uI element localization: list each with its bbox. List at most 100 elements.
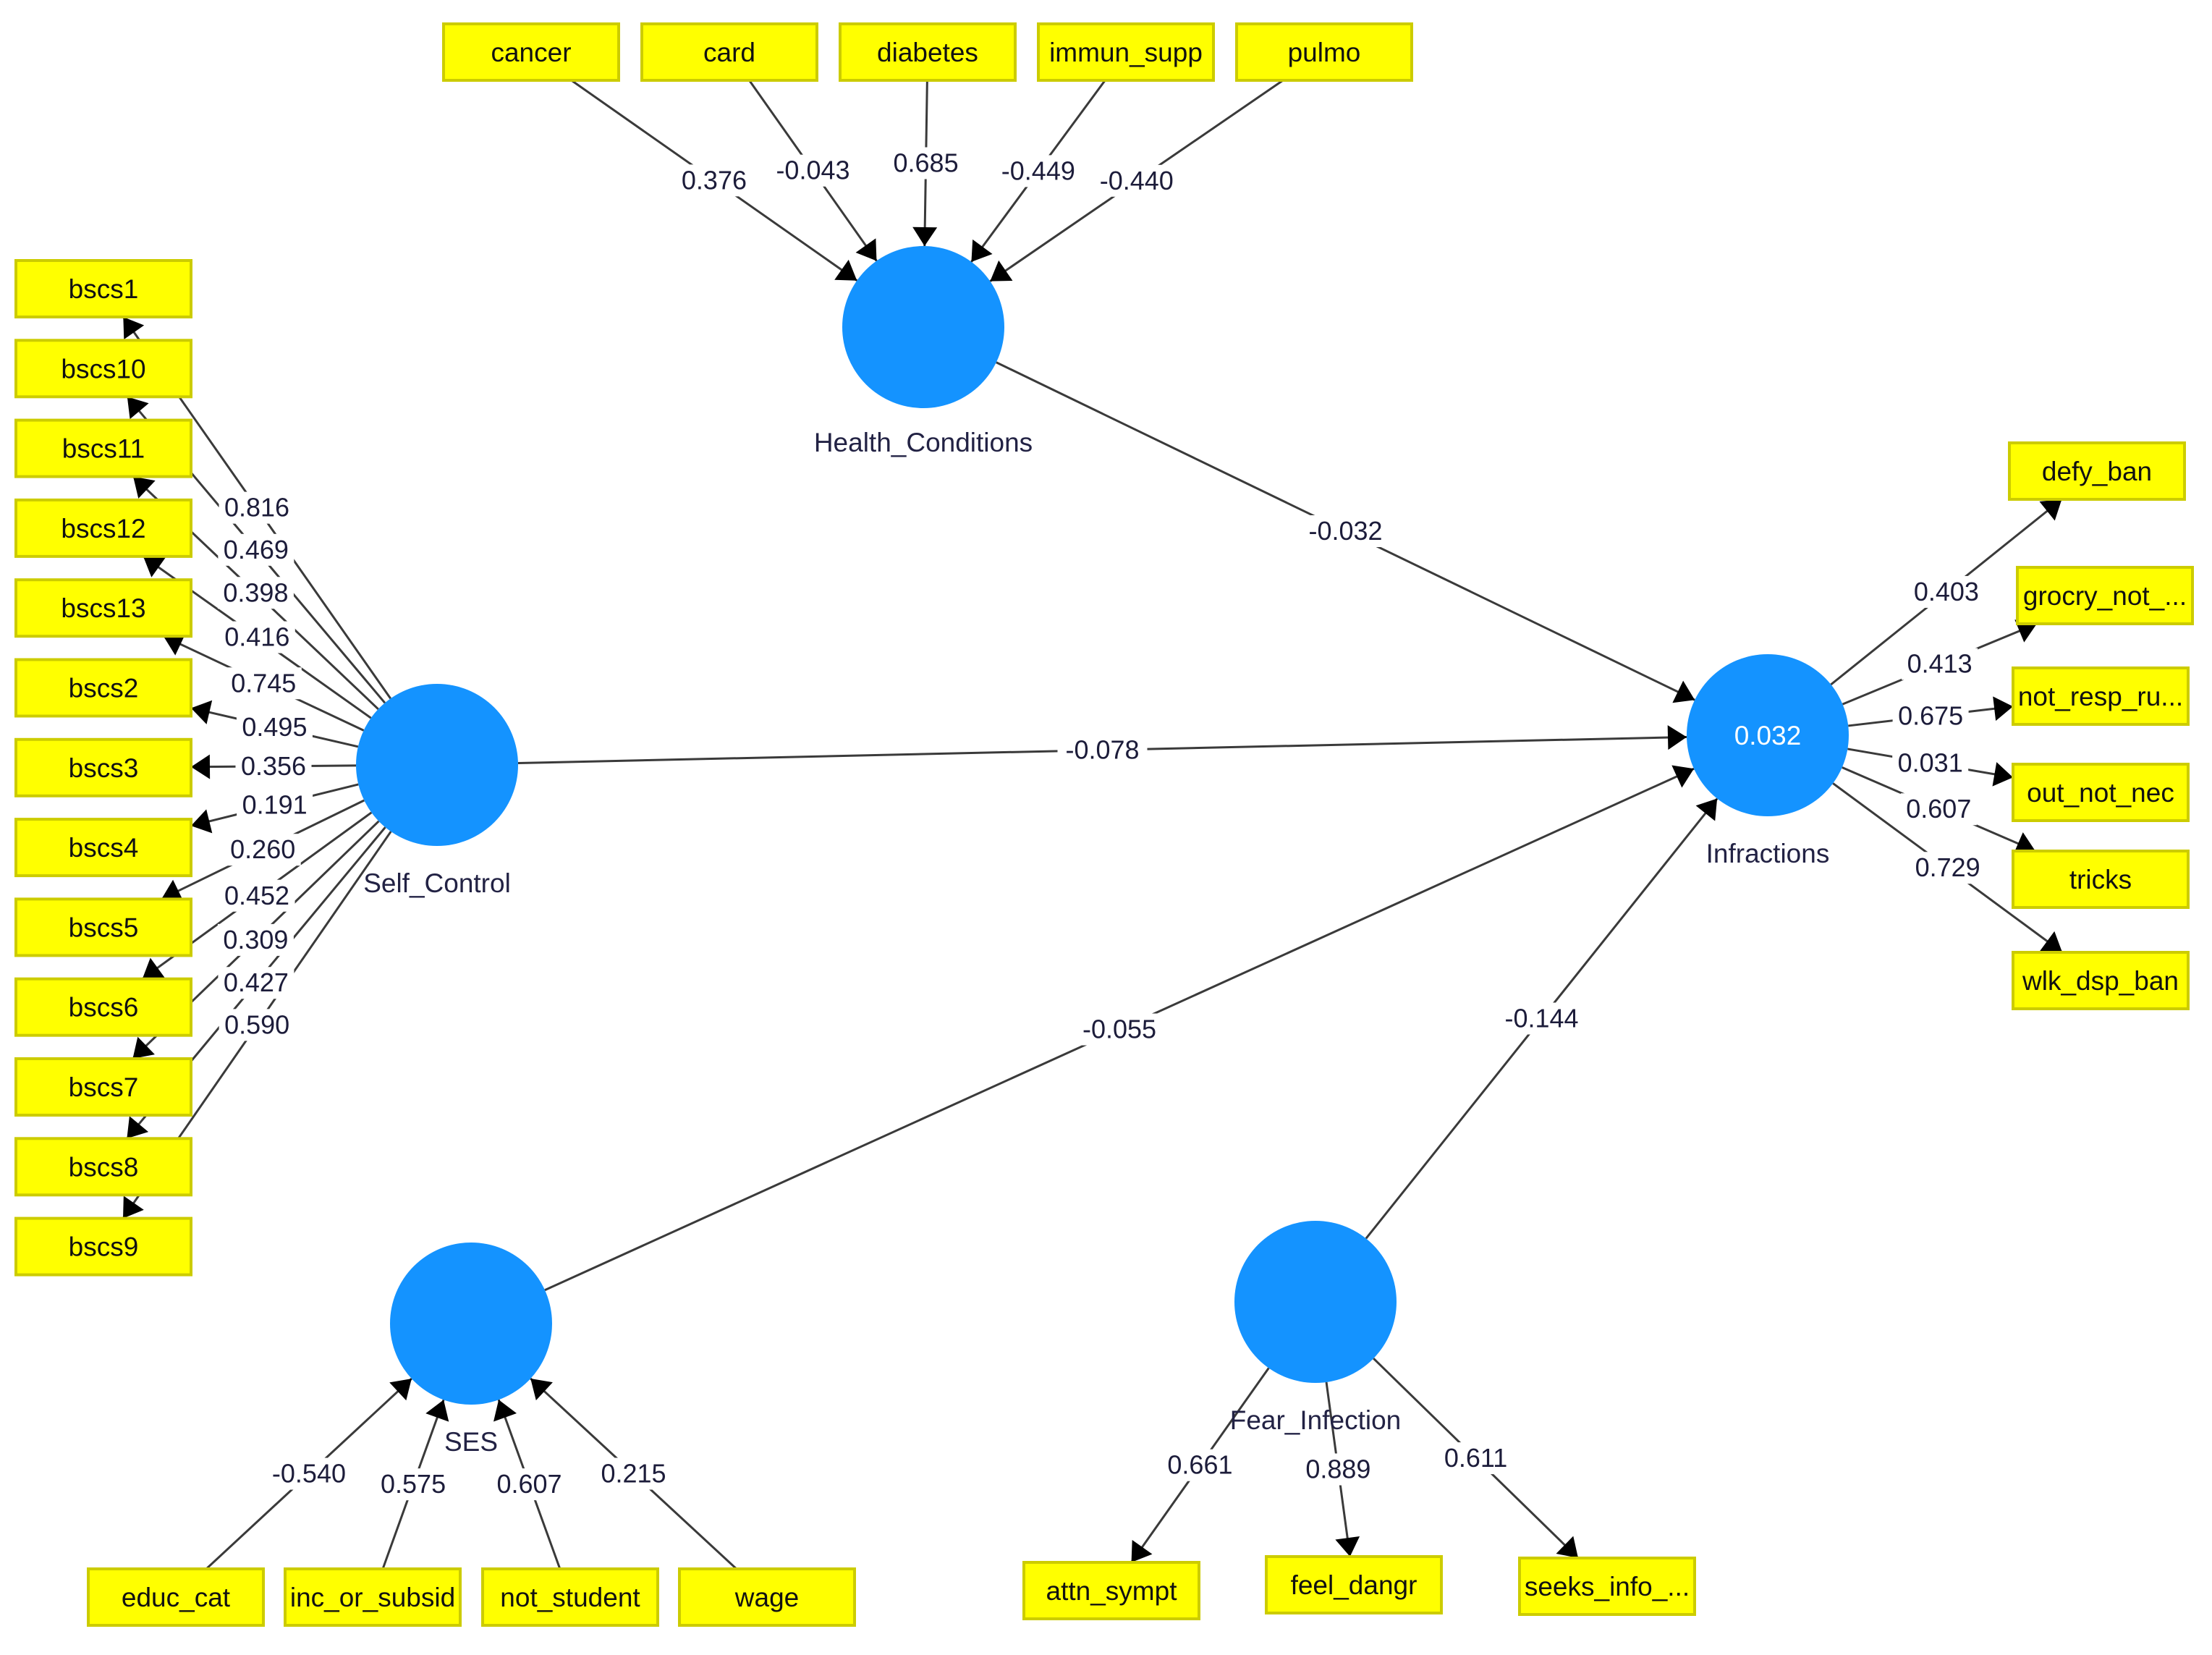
indicator-label: bscs11	[62, 434, 145, 464]
indicator-feel_dangr[interactable]: feel_dangr	[1265, 1555, 1443, 1614]
indicator-bscs6[interactable]: bscs6	[14, 977, 192, 1037]
edge-label-text: 0.413	[1907, 649, 1972, 679]
indicator-bscs9[interactable]: bscs9	[14, 1216, 192, 1277]
indicator-cancer[interactable]: cancer	[442, 22, 620, 82]
indicator-bscs11[interactable]: bscs11	[14, 418, 192, 478]
edge-label-text: 0.215	[601, 1459, 666, 1489]
construct-self[interactable]: Self_Control	[356, 684, 518, 898]
construct-ses[interactable]: SES	[390, 1243, 552, 1457]
indicator-attn_sympt[interactable]: attn_sympt	[1022, 1561, 1200, 1620]
indicator-label: educ_cat	[122, 1583, 231, 1612]
indicator-bscs5[interactable]: bscs5	[14, 897, 192, 957]
edge-label-text: 0.607	[1906, 794, 1971, 824]
construct-name: Self_Control	[363, 868, 511, 898]
construct-r2-value: 0.032	[1734, 721, 1802, 750]
loading-edge-feel_dangr-arrowhead-icon	[1335, 1536, 1360, 1557]
loading-edge-bscs5-label: 0.260	[224, 834, 301, 866]
edge-label-text: 0.398	[223, 577, 288, 607]
indicator-wage[interactable]: wage	[678, 1567, 856, 1627]
path-edge-ses-to-infr-label: -0.055	[1075, 1013, 1164, 1046]
indicator-bscs13[interactable]: bscs13	[14, 578, 192, 638]
indicator-bscs4[interactable]: bscs4	[14, 818, 192, 878]
loading-edge-out_not_nec-label: 0.031	[1892, 747, 1969, 779]
edge-label-text: 0.469	[224, 535, 289, 564]
indicator-label: defy_ban	[2042, 457, 2152, 486]
indicator-bscs1[interactable]: bscs1	[14, 259, 192, 318]
loading-edge-bscs13-label: 0.745	[225, 667, 302, 700]
loading-edge-not_resp_ru-label: 0.675	[1892, 700, 1969, 732]
indicator-label: diabetes	[877, 38, 978, 67]
edge-label-text: 0.745	[231, 668, 296, 698]
indicator-tricks[interactable]: tricks	[2012, 850, 2190, 909]
loading-edge-bscs3-arrowhead-icon	[191, 754, 211, 779]
indicator-bscs7[interactable]: bscs7	[14, 1057, 192, 1117]
indicator-wlk_dsp_ban[interactable]: wlk_dsp_ban	[2012, 951, 2190, 1010]
edge-label-text: -0.449	[1001, 156, 1075, 185]
indicator-label: not_student	[500, 1583, 640, 1612]
construct-circle[interactable]	[356, 684, 518, 846]
indicator-bscs2[interactable]: bscs2	[14, 658, 192, 718]
loading-edge-educ_cat-label: -0.540	[263, 1457, 354, 1490]
indicator-pulmo[interactable]: pulmo	[1235, 22, 1413, 82]
edge-label-text: 0.685	[894, 148, 959, 178]
indicator-out_not_nec[interactable]: out_not_nec	[2012, 763, 2190, 822]
indicator-label: bscs13	[61, 593, 145, 623]
edge-label-text: 0.495	[242, 712, 307, 742]
edge-label-text: 0.427	[224, 968, 289, 997]
edge-label-text: 0.403	[1914, 577, 1979, 606]
loading-edge-wlk_dsp_ban-label: 0.729	[1910, 852, 1986, 884]
edge-label-text: -0.440	[1100, 166, 1174, 195]
construct-circle[interactable]	[842, 246, 1004, 408]
construct-name: Infractions	[1706, 839, 1830, 868]
construct-fear[interactable]: Fear_Infection	[1230, 1221, 1402, 1435]
loading-edge-attn_sympt-arrowhead-icon	[1131, 1539, 1153, 1562]
indicator-bscs12[interactable]: bscs12	[14, 498, 192, 558]
indicator-bscs10[interactable]: bscs10	[14, 339, 192, 399]
loading-edge-pulmo-arrowhead-icon	[990, 260, 1013, 282]
indicator-diabetes[interactable]: diabetes	[839, 22, 1017, 82]
loading-edge-immun_supp-label: -0.449	[993, 155, 1083, 187]
loading-edge-bscs12-arrowhead-icon	[143, 556, 166, 577]
indicator-label: card	[703, 38, 755, 67]
edge-label-text: 0.889	[1305, 1454, 1370, 1483]
indicator-label: cancer	[491, 38, 571, 67]
indicator-defy_ban[interactable]: defy_ban	[2008, 441, 2186, 501]
construct-infr[interactable]: 0.032 Infractions	[1687, 654, 1849, 868]
indicator-label: seeks_info_...	[1525, 1572, 1690, 1601]
loading-edge-bscs8-arrowhead-icon	[127, 1116, 149, 1139]
indicator-bscs3[interactable]: bscs3	[14, 737, 192, 797]
loading-edge-bscs1-label: 0.816	[219, 491, 295, 524]
edge-label-text: -0.144	[1504, 1004, 1578, 1033]
indicator-label: attn_sympt	[1046, 1576, 1178, 1606]
indicator-not_student[interactable]: not_student	[481, 1567, 659, 1627]
indicator-seeks_info[interactable]: seeks_info_...	[1518, 1557, 1696, 1616]
path-edge-fear-to-infr-arrowhead-icon	[1695, 798, 1718, 821]
construct-circle[interactable]	[1234, 1221, 1397, 1383]
edge-label-text: 0.675	[1898, 701, 1963, 731]
edge-label-text: 0.416	[224, 622, 289, 652]
indicator-inc_or_subsid[interactable]: inc_or_subsid	[284, 1567, 462, 1627]
indicator-label: bscs6	[69, 993, 139, 1023]
edge-label-text: -0.032	[1308, 516, 1382, 546]
edge-label-text: -0.055	[1082, 1015, 1156, 1044]
indicator-grocry_not[interactable]: grocry_not_...	[2016, 566, 2194, 625]
loading-edge-bscs4-label: 0.191	[237, 789, 313, 821]
edge-label-text: 0.260	[230, 834, 295, 864]
loading-edge-bscs2-arrowhead-icon	[191, 700, 213, 724]
loading-edge-bscs1-arrowhead-icon	[123, 317, 145, 340]
indicator-label: bscs12	[61, 514, 145, 543]
indicator-card[interactable]: card	[640, 22, 818, 82]
path-edge-health-to-infr-label: -0.032	[1300, 515, 1391, 547]
indicator-not_resp_ru[interactable]: not_resp_ru...	[2012, 666, 2190, 726]
path-model-diagram: 0.376 -0.043 0.685 -0.449 -0.440 0.816 0.469 0.…	[14, 22, 2194, 1627]
indicator-bscs8[interactable]: bscs8	[14, 1137, 192, 1197]
indicator-educ_cat[interactable]: educ_cat	[87, 1567, 265, 1627]
indicator-label: out_not_nec	[2027, 778, 2174, 808]
construct-circle[interactable]	[390, 1243, 552, 1405]
edge-label-text: 0.031	[1898, 748, 1963, 778]
loading-edge-immun_supp-arrowhead-icon	[971, 239, 993, 262]
edge-label-text: 0.376	[682, 165, 747, 195]
edge-label-text: 0.191	[242, 790, 308, 820]
indicator-label: bscs5	[69, 913, 139, 942]
indicator-immun_supp[interactable]: immun_supp	[1037, 22, 1215, 82]
